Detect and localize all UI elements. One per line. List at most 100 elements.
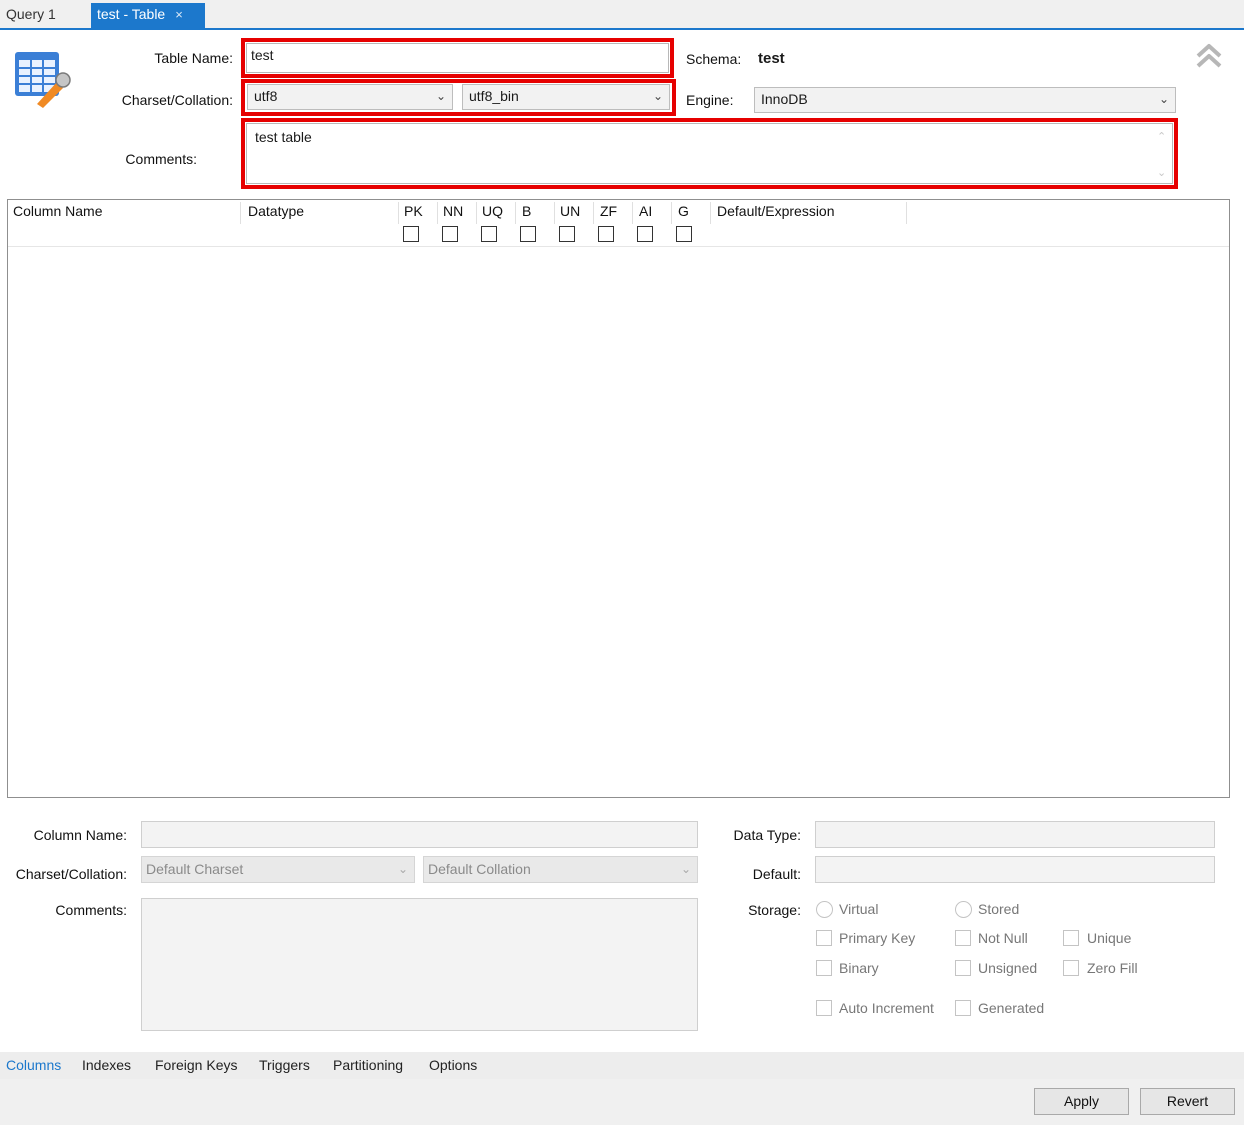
uq-header-checkbox[interactable] (481, 226, 497, 242)
auto-increment-label: Auto Increment (839, 1000, 934, 1016)
column-comments-label: Comments: (55, 902, 127, 918)
tab-columns[interactable]: Columns (6, 1057, 61, 1073)
column-divider (240, 202, 241, 224)
column-charset-select: Default Charset ⌄ (141, 856, 415, 883)
tab-query-1[interactable]: Query 1 (0, 3, 62, 28)
column-divider (476, 202, 477, 224)
col-header-pk[interactable]: PK (404, 203, 423, 219)
tab-label: Query 1 (6, 6, 56, 22)
charset-value: utf8 (254, 88, 278, 104)
schema-label: Schema: (686, 51, 742, 67)
b-header-checkbox[interactable] (520, 226, 536, 242)
tab-partitioning[interactable]: Partitioning (333, 1057, 403, 1073)
col-header-nn[interactable]: NN (443, 203, 463, 219)
apply-button[interactable]: Apply (1034, 1088, 1129, 1115)
comments-label: Comments: (125, 151, 197, 167)
pk-header-checkbox[interactable] (403, 226, 419, 242)
virtual-label: Virtual (839, 901, 879, 917)
chevron-down-icon: ⌄ (680, 862, 691, 876)
un-header-checkbox[interactable] (559, 226, 575, 242)
column-divider (710, 202, 711, 224)
collation-value: utf8_bin (469, 88, 519, 104)
table-name-input[interactable]: test (246, 43, 669, 73)
col-header-default[interactable]: Default/Expression (717, 203, 835, 219)
chevron-down-icon: ⌄ (397, 862, 408, 876)
generated-checkbox[interactable] (955, 1000, 971, 1016)
columns-grid[interactable]: Column Name Datatype PK NN UQ B UN ZF AI… (7, 199, 1230, 798)
tab-test-table[interactable]: test - Table × (91, 3, 205, 28)
column-name-label: Column Name: (33, 827, 127, 843)
tab-triggers[interactable]: Triggers (259, 1057, 310, 1073)
column-divider (554, 202, 555, 224)
binary-label: Binary (839, 960, 879, 976)
collation-select[interactable]: utf8_bin ⌄ (462, 84, 670, 110)
not-null-checkbox[interactable] (955, 930, 971, 946)
unique-checkbox[interactable] (1063, 930, 1079, 946)
charset-placeholder: Default Charset (146, 861, 244, 877)
column-name-input (141, 821, 698, 848)
table-edit-icon (13, 48, 73, 108)
ai-header-checkbox[interactable] (637, 226, 653, 242)
scroll-down-icon[interactable]: ⌄ (1157, 166, 1166, 179)
col-header-b[interactable]: B (522, 203, 531, 219)
column-divider (906, 202, 907, 224)
engine-value: InnoDB (761, 91, 808, 107)
zero-fill-checkbox[interactable] (1063, 960, 1079, 976)
unsigned-checkbox[interactable] (955, 960, 971, 976)
column-divider (398, 202, 399, 224)
primary-key-checkbox[interactable] (816, 930, 832, 946)
charset-select[interactable]: utf8 ⌄ (247, 84, 453, 110)
tab-foreign-keys[interactable]: Foreign Keys (155, 1057, 237, 1073)
auto-increment-checkbox[interactable] (816, 1000, 832, 1016)
column-charset-label: Charset/Collation: (15, 866, 127, 882)
col-header-un[interactable]: UN (560, 203, 580, 219)
column-divider (593, 202, 594, 224)
col-header-g[interactable]: G (678, 203, 689, 219)
binary-checkbox[interactable] (816, 960, 832, 976)
zero-fill-label: Zero Fill (1087, 960, 1138, 976)
chevron-down-icon: ⌄ (652, 89, 663, 103)
chevron-down-icon: ⌄ (435, 89, 446, 103)
stored-radio[interactable] (955, 901, 972, 918)
double-chevron-up-icon[interactable] (1195, 42, 1223, 70)
scroll-up-icon[interactable]: ⌃ (1157, 130, 1166, 143)
schema-value: test (758, 50, 785, 67)
zf-header-checkbox[interactable] (598, 226, 614, 242)
unique-label: Unique (1087, 930, 1132, 946)
charset-collation-label: Charset/Collation: (121, 92, 233, 108)
col-header-ai[interactable]: AI (639, 203, 652, 219)
col-header-uq[interactable]: UQ (482, 203, 503, 219)
tab-options[interactable]: Options (429, 1057, 477, 1073)
default-input (815, 856, 1215, 883)
column-comments-textarea (141, 898, 698, 1031)
tab-label: test - Table (97, 6, 166, 22)
unsigned-label: Unsigned (978, 960, 1038, 976)
collation-placeholder: Default Collation (428, 861, 531, 877)
col-header-datatype[interactable]: Datatype (248, 203, 304, 219)
revert-button[interactable]: Revert (1140, 1088, 1235, 1115)
engine-select[interactable]: InnoDB ⌄ (754, 87, 1176, 113)
close-icon[interactable]: × (175, 7, 183, 22)
not-null-label: Not Null (978, 930, 1028, 946)
default-label: Default: (752, 866, 801, 882)
column-collation-select: Default Collation ⌄ (423, 856, 698, 883)
col-header-zf[interactable]: ZF (600, 203, 617, 219)
data-type-input (815, 821, 1215, 848)
stored-label: Stored (978, 901, 1020, 917)
generated-label: Generated (978, 1000, 1045, 1016)
virtual-radio[interactable] (816, 901, 833, 918)
primary-key-label: Primary Key (839, 930, 916, 946)
tab-indexes[interactable]: Indexes (82, 1057, 131, 1073)
column-divider (515, 202, 516, 224)
header-divider (8, 246, 1229, 247)
table-name-label: Table Name: (154, 50, 233, 66)
g-header-checkbox[interactable] (676, 226, 692, 242)
nn-header-checkbox[interactable] (442, 226, 458, 242)
col-header-column-name[interactable]: Column Name (13, 203, 102, 219)
comments-textarea[interactable]: test table (246, 123, 1173, 184)
column-divider (632, 202, 633, 224)
column-divider (671, 202, 672, 224)
engine-label: Engine: (686, 92, 734, 108)
storage-label: Storage: (748, 902, 801, 918)
column-divider (437, 202, 438, 224)
